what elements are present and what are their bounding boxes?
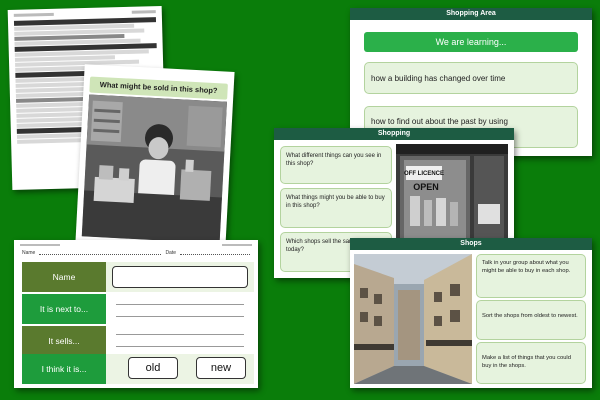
worksheet-header xyxy=(20,242,252,248)
shop-photo-slide: What might be sold in this shop? xyxy=(75,64,235,250)
worksheet-row-next-to: It is next to... xyxy=(22,294,254,324)
worksheet-row-area[interactable] xyxy=(106,326,254,356)
writing-line xyxy=(116,334,244,335)
writing-line xyxy=(116,316,244,317)
shopkeeper-photo-image xyxy=(81,94,227,244)
task-box: Sort the shops from oldest to newest. xyxy=(476,300,586,340)
worksheet-row-label: I think it is... xyxy=(22,354,106,384)
task-box: Talk in your group about what you might … xyxy=(476,254,586,298)
street-photo xyxy=(354,254,472,384)
slide-title: Shops xyxy=(350,238,592,252)
task-box: Make a list of things that you could buy… xyxy=(476,342,586,384)
worksheet-row-area: old new xyxy=(106,354,254,384)
worksheet-row-name: Name xyxy=(22,262,254,292)
name-answer-box[interactable] xyxy=(112,266,248,288)
worksheet-row-sells: It sells... xyxy=(22,326,254,356)
worksheet-row-label: It sells... xyxy=(22,326,106,356)
writing-line xyxy=(116,304,244,305)
worksheet-date-label: Date xyxy=(165,250,176,256)
learning-objective: how a building has changed over time xyxy=(364,62,578,94)
worksheet-name-label: Name xyxy=(22,250,36,256)
street-photo-image xyxy=(354,254,472,384)
worksheet-row-label: It is next to... xyxy=(22,294,106,324)
sign-open: OPEN xyxy=(413,182,439,192)
shopkeeper-photo xyxy=(81,94,227,244)
worksheet-name-line xyxy=(39,250,162,255)
worksheet-row-think: I think it is... old new xyxy=(22,354,254,384)
worksheet-name-date: Name Date xyxy=(22,250,250,256)
shops-slide: Shops Talk in your group about what you … xyxy=(350,238,592,388)
worksheet-page: Name Date Name It is next to... It sells… xyxy=(14,240,258,388)
slide-title: Shopping Area xyxy=(350,8,592,22)
worksheet-row-area[interactable] xyxy=(106,294,254,324)
slide-title: Shopping xyxy=(274,128,514,142)
question-box: What different things can you see in thi… xyxy=(280,146,392,184)
choice-old[interactable]: old xyxy=(128,357,178,379)
worksheet-row-area xyxy=(106,262,254,292)
choice-new[interactable]: new xyxy=(196,357,246,379)
learning-heading: We are learning... xyxy=(364,32,578,52)
writing-line xyxy=(116,346,244,347)
sign-off-licence: OFF LICENCE xyxy=(404,171,444,177)
worksheet-row-label: Name xyxy=(22,262,106,292)
question-box: What things might you be able to buy in … xyxy=(280,188,392,228)
worksheet-date-line xyxy=(180,250,250,255)
